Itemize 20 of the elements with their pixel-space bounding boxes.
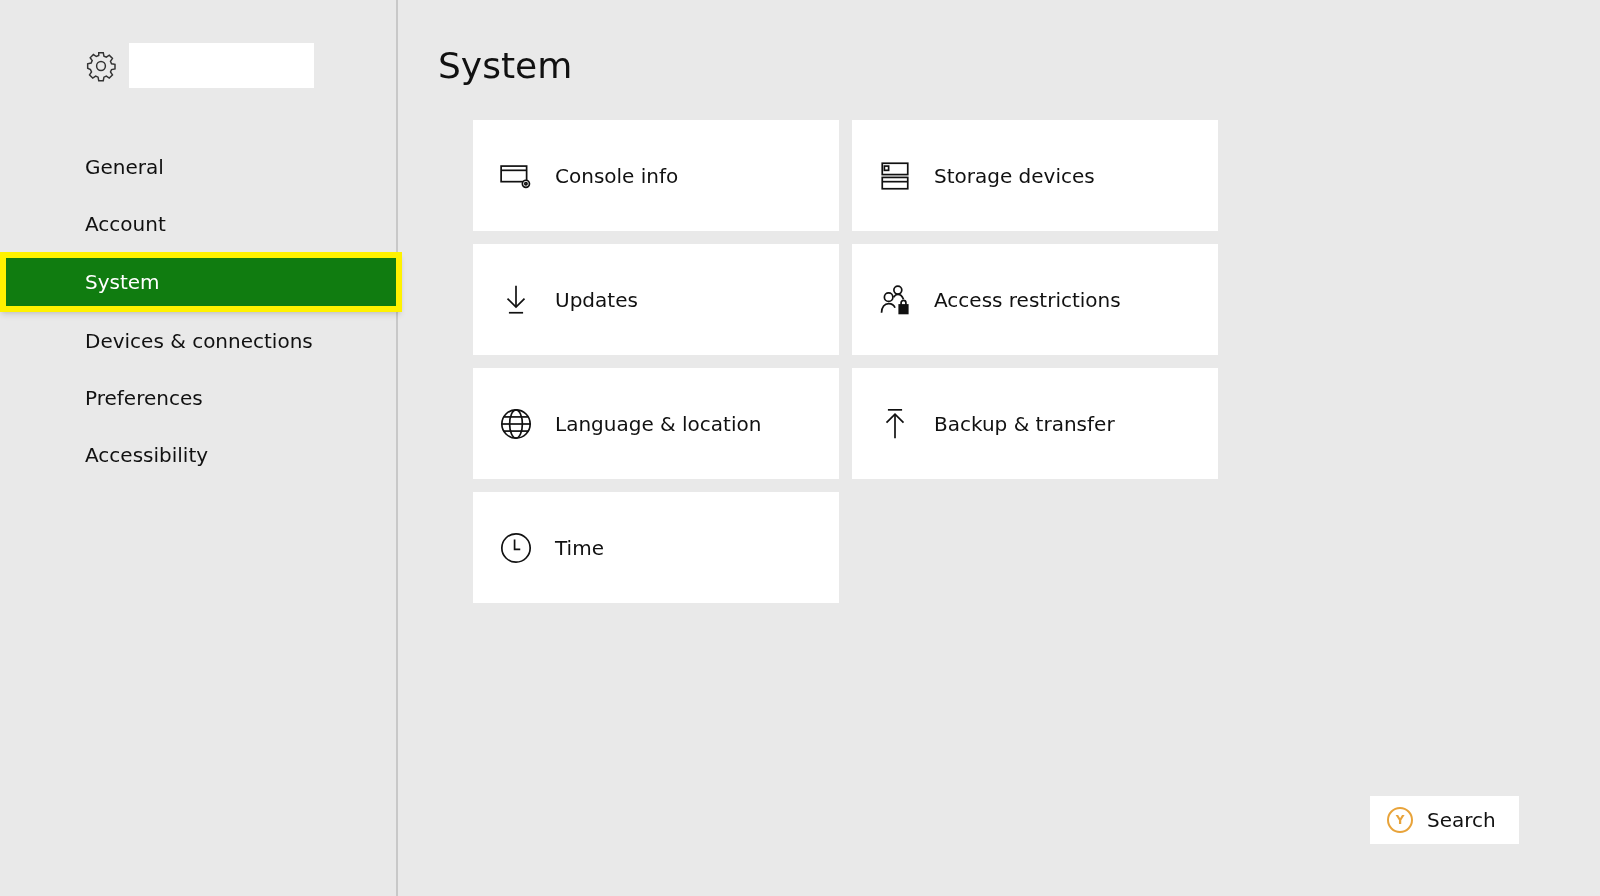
sidebar-item[interactable]: Accessibility bbox=[0, 426, 398, 483]
settings-tile[interactable]: Updates bbox=[473, 244, 839, 355]
page-title: System bbox=[438, 48, 574, 84]
settings-tile[interactable]: Access restrictions bbox=[852, 244, 1218, 355]
sidebar-item[interactable]: Devices & connections bbox=[0, 312, 398, 369]
sidebar-item[interactable]: Account bbox=[0, 195, 398, 252]
settings-tile[interactable]: Time bbox=[473, 492, 839, 603]
sidebar-item[interactable]: General bbox=[0, 138, 398, 195]
settings-tile[interactable]: Language & location bbox=[473, 368, 839, 479]
globe-icon bbox=[499, 406, 533, 441]
y-key-icon: Y bbox=[1387, 807, 1413, 833]
sidebar-item[interactable]: System bbox=[0, 252, 402, 312]
sidebar-item[interactable]: Preferences bbox=[0, 369, 398, 426]
clock-icon bbox=[499, 530, 533, 565]
settings-icon bbox=[85, 49, 117, 82]
settings-tile[interactable]: Console info bbox=[473, 120, 839, 231]
settings-tile[interactable]: Storage devices bbox=[852, 120, 1218, 231]
settings-tile[interactable]: Backup & transfer bbox=[852, 368, 1218, 479]
search-button[interactable]: Y Search bbox=[1370, 796, 1519, 844]
people-lock-icon bbox=[878, 282, 912, 317]
